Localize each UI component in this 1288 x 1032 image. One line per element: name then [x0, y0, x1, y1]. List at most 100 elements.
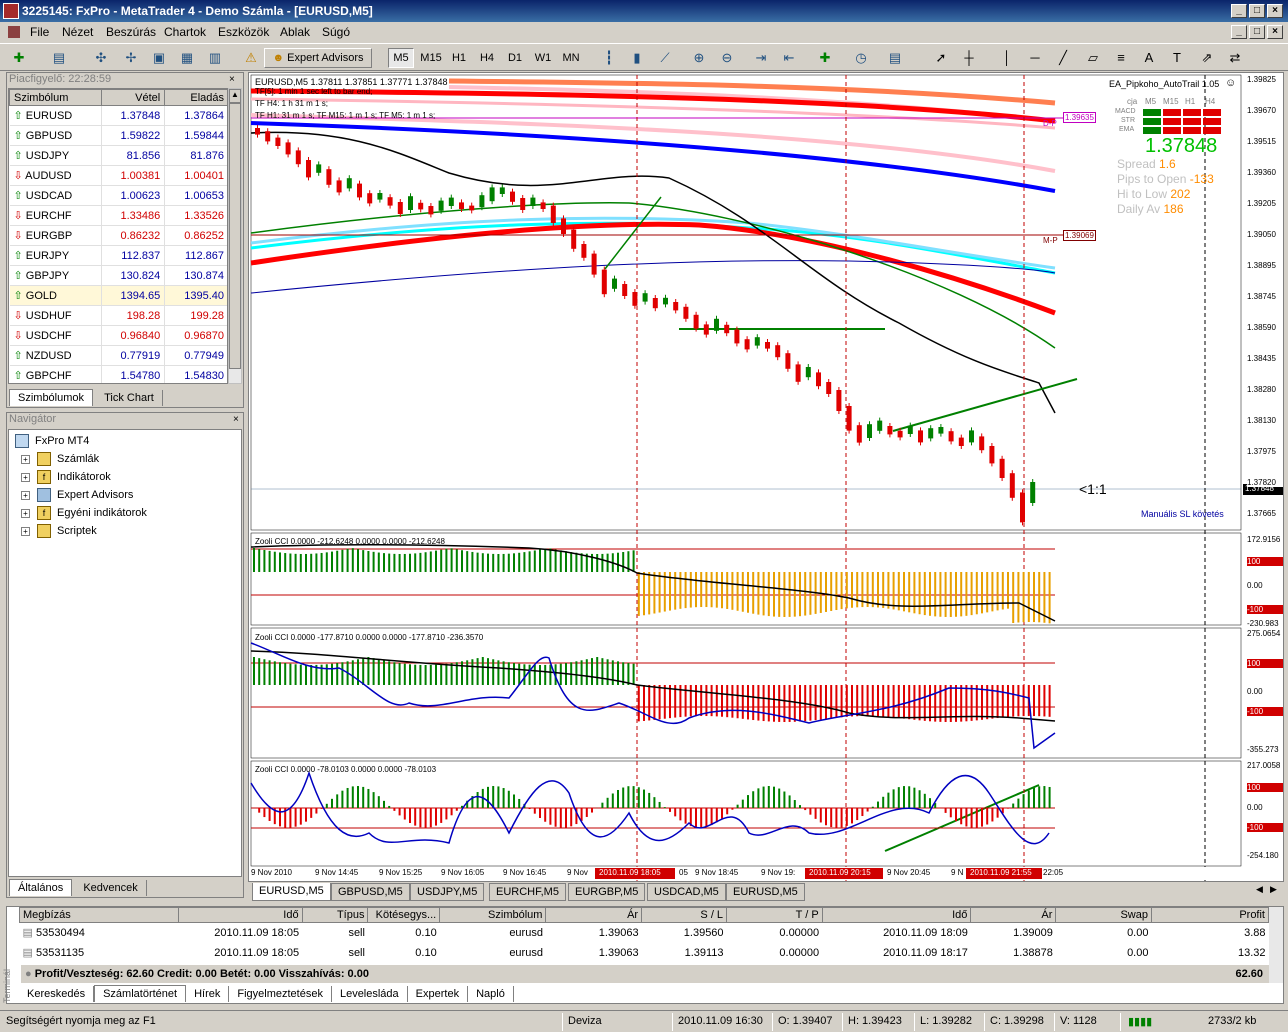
- market-row[interactable]: ⇧ EURJPY 112.837 112.867: [9, 245, 227, 266]
- nav-item-indicators[interactable]: + f Indikátorok: [9, 468, 239, 486]
- expand-icon[interactable]: +: [21, 509, 30, 518]
- market-row[interactable]: ⇧ EURUSD 1.37848 1.37864: [9, 105, 227, 126]
- text-icon[interactable]: A: [1140, 49, 1158, 67]
- candle-chart-icon[interactable]: ▮: [628, 49, 646, 67]
- crosshair-tool-icon[interactable]: ┼: [960, 49, 978, 67]
- col-symbol[interactable]: Szimbólum: [9, 89, 102, 106]
- terminal-icon[interactable]: ▦: [178, 49, 196, 67]
- terminal-row[interactable]: ▤ 53531135 2010.11.09 18:05 sell 0.10 eurusd…: [20, 943, 1269, 963]
- chart-tab[interactable]: GBPUSD,M5: [331, 883, 410, 901]
- period-h4[interactable]: H4: [474, 48, 500, 68]
- period-m5[interactable]: M5: [388, 48, 414, 68]
- chart-window-icon[interactable]: [8, 26, 20, 38]
- terminal-col-header[interactable]: T / P: [726, 907, 823, 923]
- menu-file[interactable]: File: [30, 25, 49, 39]
- expand-icon[interactable]: +: [21, 491, 30, 500]
- terminal-col-header[interactable]: Szimbólum: [439, 907, 547, 923]
- market-watch-scrollbar[interactable]: ▲: [228, 88, 242, 384]
- menu-charts[interactable]: Chartok: [164, 25, 206, 39]
- col-ask[interactable]: Eladás: [164, 89, 227, 106]
- tab-favorites[interactable]: Kedvencek: [75, 880, 147, 896]
- market-row[interactable]: ⇧ GBPCHF 1.54780 1.54830: [9, 365, 227, 383]
- label-icon[interactable]: T: [1168, 49, 1186, 67]
- terminal-tab[interactable]: Számlatörténet: [94, 985, 187, 1002]
- nav-root[interactable]: FxPro MT4: [9, 432, 239, 450]
- chart-tab[interactable]: USDJPY,M5: [410, 883, 485, 901]
- terminal-col-header[interactable]: Kötésegys...: [367, 907, 441, 923]
- templates-icon[interactable]: ▤: [886, 49, 904, 67]
- expand-icon[interactable]: +: [21, 473, 30, 482]
- terminal-col-header[interactable]: S / L: [641, 907, 728, 923]
- terminal-col-header[interactable]: Idő: [178, 907, 303, 923]
- period-h1[interactable]: H1: [446, 48, 472, 68]
- market-row[interactable]: ⇧ NZDUSD 0.77919 0.77949: [9, 345, 227, 366]
- child-close-button[interactable]: ×: [1267, 25, 1283, 39]
- market-row[interactable]: ⇧ GBPUSD 1.59822 1.59844: [9, 125, 227, 146]
- fibonacci-icon[interactable]: ≡: [1112, 49, 1130, 67]
- maximize-button[interactable]: □: [1249, 4, 1265, 18]
- periods-icon[interactable]: ◷: [852, 49, 870, 67]
- chart-tab[interactable]: EURUSD,M5: [252, 883, 331, 901]
- new-chart-icon[interactable]: ✚: [10, 49, 28, 67]
- market-row[interactable]: ⇩ USDHUF 198.28 199.28: [9, 305, 227, 326]
- terminal-tab[interactable]: Napló: [468, 986, 514, 1002]
- menu-insert[interactable]: Beszúrás: [106, 25, 156, 39]
- chart-tab[interactable]: EURGBP,M5: [568, 883, 646, 901]
- menu-view[interactable]: Nézet: [62, 25, 93, 39]
- terminal-col-header[interactable]: Idő: [821, 907, 972, 923]
- terminal-tab[interactable]: Figyelmeztetések: [229, 986, 332, 1002]
- chart-shift-icon[interactable]: ⇤: [780, 49, 798, 67]
- child-minimize-button[interactable]: _: [1231, 25, 1247, 39]
- scroll-thumb[interactable]: [229, 103, 241, 369]
- alert-icon[interactable]: ⚠: [242, 49, 260, 67]
- terminal-tab[interactable]: Hírek: [186, 986, 230, 1002]
- horizontal-line-icon[interactable]: ─: [1026, 49, 1044, 67]
- chart-tab[interactable]: EURUSD,M5: [726, 883, 805, 901]
- market-row[interactable]: ⇩ EURGBP 0.86232 0.86252: [9, 225, 227, 246]
- trendline-icon[interactable]: ╱: [1054, 49, 1072, 67]
- nav-item-accounts[interactable]: + Számlák: [9, 450, 239, 468]
- terminal-col-header[interactable]: Típus: [301, 907, 369, 923]
- expand-icon[interactable]: +: [21, 455, 30, 464]
- crosshair-icon[interactable]: ✣: [92, 49, 110, 67]
- market-row[interactable]: ⇩ EURCHF 1.33486 1.33526: [9, 205, 227, 226]
- market-row[interactable]: ⇧ USDCAD 1.00623 1.00653: [9, 185, 227, 206]
- chart-window[interactable]: EURUSD,M5 1.37811 1.37851 1.37771 1.3784…: [248, 72, 1284, 882]
- terminal-tab[interactable]: Expertek: [408, 986, 469, 1002]
- objects-icon[interactable]: ⇄: [1226, 49, 1244, 67]
- zoom-in-icon[interactable]: ⊕: [690, 49, 708, 67]
- market-row[interactable]: ⇩ AUDUSD 1.00381 1.00401: [9, 165, 227, 186]
- tab-scroll-left-icon[interactable]: ◀: [1256, 884, 1263, 895]
- terminal-col-header[interactable]: Megbízás: [18, 907, 180, 923]
- tab-scroll-right-icon[interactable]: ▶: [1270, 884, 1277, 895]
- cursor-icon[interactable]: ➚: [932, 49, 950, 67]
- child-restore-button[interactable]: □: [1249, 25, 1265, 39]
- chart-tab[interactable]: USDCAD,M5: [647, 883, 726, 901]
- terminal-scrollbar[interactable]: [1269, 907, 1283, 983]
- indicators-icon[interactable]: ✚: [816, 49, 834, 67]
- market-row[interactable]: ⇧ GOLD 1394.65 1395.40: [9, 285, 227, 306]
- data-window-icon[interactable]: ▣: [150, 49, 168, 67]
- bar-chart-icon[interactable]: ┇: [600, 49, 618, 67]
- navigator-icon[interactable]: ✢: [122, 49, 140, 67]
- terminal-tab[interactable]: Levelesláda: [332, 986, 408, 1002]
- tab-symbols[interactable]: Szimbólumok: [9, 389, 94, 406]
- auto-scroll-icon[interactable]: ⇥: [752, 49, 770, 67]
- channel-icon[interactable]: ▱: [1084, 49, 1102, 67]
- period-m15[interactable]: M15: [418, 48, 444, 68]
- tester-icon[interactable]: ▥: [206, 49, 224, 67]
- col-bid[interactable]: Vétel: [100, 89, 166, 106]
- expand-icon[interactable]: +: [21, 527, 30, 536]
- market-row[interactable]: ⇩ USDCHF 0.96840 0.96870: [9, 325, 227, 346]
- arrows-icon[interactable]: ⇗: [1198, 49, 1216, 67]
- chart-tab[interactable]: EURCHF,M5: [489, 883, 566, 901]
- nav-item-expert-advisors[interactable]: + Expert Advisors: [9, 486, 239, 504]
- market-watch-close-icon[interactable]: ×: [229, 74, 235, 85]
- terminal-col-header[interactable]: Ár: [545, 907, 643, 923]
- zoom-out-icon[interactable]: ⊖: [718, 49, 736, 67]
- menu-tools[interactable]: Eszközök: [218, 25, 269, 39]
- nav-item-custom-indicators[interactable]: + f Egyéni indikátorok: [9, 504, 239, 522]
- expert-advisors-button[interactable]: ☻ Expert Advisors: [264, 48, 372, 68]
- terminal-col-header[interactable]: Swap: [1055, 907, 1152, 923]
- terminal-tab[interactable]: Kereskedés: [19, 986, 95, 1002]
